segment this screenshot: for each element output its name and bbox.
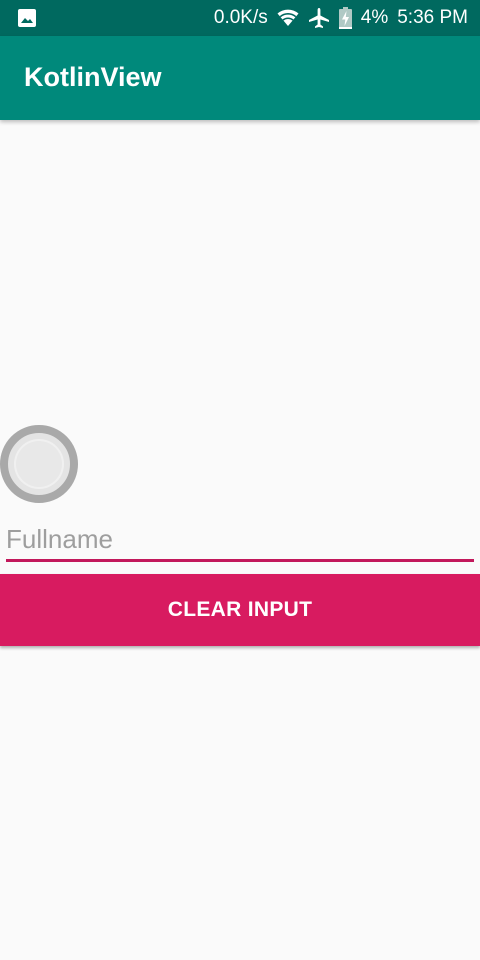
status-bar: 0.0K/s 4% 5:36 PM xyxy=(0,0,480,36)
battery-charging-icon xyxy=(338,7,352,29)
radio-button[interactable] xyxy=(0,425,78,503)
main-content: CLEAR INPUT xyxy=(0,120,480,960)
image-notification-icon xyxy=(17,8,37,28)
app-bar: KotlinView xyxy=(0,36,480,120)
fullname-input[interactable] xyxy=(6,520,474,562)
airplane-icon xyxy=(308,7,330,29)
clear-input-button[interactable]: CLEAR INPUT xyxy=(0,574,480,646)
wifi-icon xyxy=(277,9,299,27)
battery-percentage: 4% xyxy=(360,7,389,28)
app-title: KotlinView xyxy=(24,62,162,92)
clock: 5:36 PM xyxy=(397,7,468,28)
radio-button-inner xyxy=(14,439,64,489)
network-speed: 0.0K/s xyxy=(213,7,268,28)
